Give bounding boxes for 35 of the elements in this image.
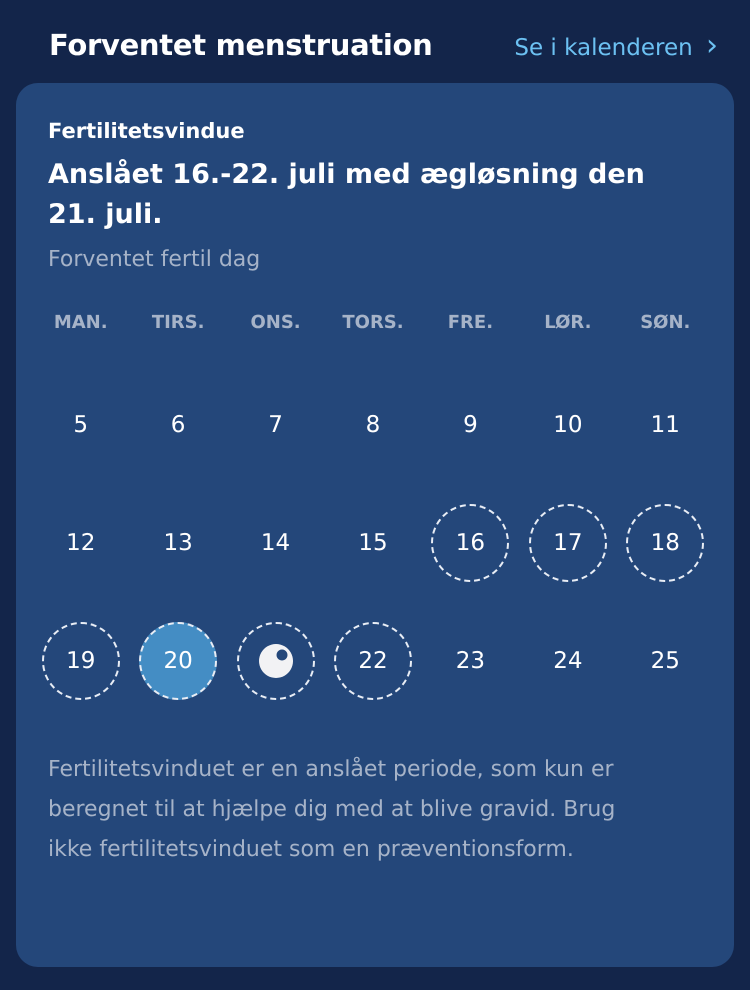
calendar-day[interactable]: 5 [42,386,120,464]
weekday-label: ONS. [250,312,301,333]
calendar-day[interactable]: 12 [42,504,120,582]
ovulation-day[interactable] [236,622,315,700]
weekday-label: FRE. [448,312,494,333]
calendar-day[interactable]: 25 [626,622,704,700]
calendar-day[interactable]: 19 [42,622,120,700]
calendar-day[interactable]: 11 [626,386,704,464]
calendar-day[interactable]: 17 [528,504,607,582]
calendar-day[interactable]: 16 [431,504,510,582]
calendar-day[interactable]: 20 [139,622,218,700]
weekday-label: MAN. [54,312,108,333]
calendar-day[interactable]: 23 [431,622,510,700]
calendar-day[interactable]: 8 [334,386,412,464]
calendar-day[interactable]: 15 [334,504,412,582]
weekday-label: TORS. [342,312,404,333]
weekday-label: SØN. [640,312,690,333]
legend-text: Forventet fertil dag [48,247,262,272]
ovulation-icon [258,644,293,678]
calendar-day[interactable]: 7 [236,386,315,464]
calendar-day[interactable]: 22 [334,622,412,700]
weekday-label: LØR. [544,312,592,333]
section-title: Forventet menstruation [49,28,433,62]
calendar-day[interactable]: 10 [528,386,607,464]
calendar-day[interactable]: 14 [236,504,315,582]
weekday-label: TIRS. [152,312,204,333]
calendar-day[interactable]: 6 [139,386,218,464]
calendar-day[interactable]: 24 [528,622,607,700]
calendar-day[interactable]: 13 [139,504,218,582]
calendar-day[interactable]: 18 [626,504,704,582]
calendar-link[interactable]: Se i kalenderen › [514,28,718,63]
card-headline: Anslået 16.-22. juli med ægløsning den 21. juli. [48,158,646,232]
card-label: Fertilitetsvindue [48,119,246,143]
disclaimer-text: Fertilitetsvinduet er en anslået periode, som kun er beregnet til at hjælpe dig med at blive gravid. Brug ikke fertilitetsvinduet som en præventionsform. [48,756,616,864]
calendar-day[interactable]: 9 [431,386,510,464]
